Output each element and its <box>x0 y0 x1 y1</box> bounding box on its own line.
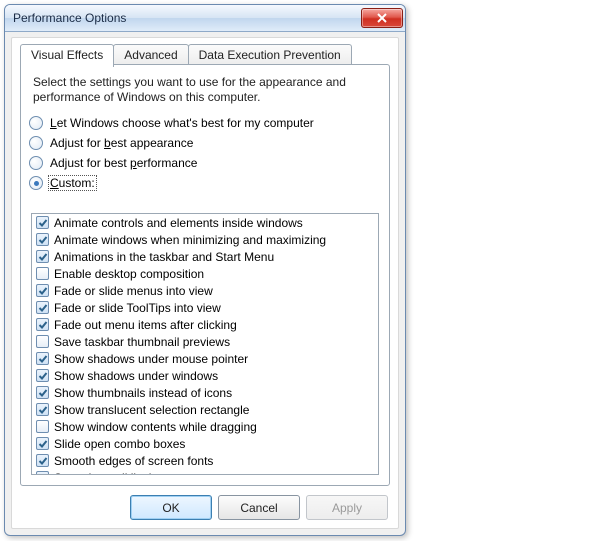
checklist-label: Animate controls and elements inside win… <box>54 216 303 230</box>
radio-option-1[interactable]: Adjust for best appearance <box>29 133 381 153</box>
checklist-item[interactable]: Show window contents while dragging <box>32 418 378 435</box>
radio-label: Let Windows choose what's best for my co… <box>49 116 315 130</box>
checkbox-icon <box>36 318 49 331</box>
ok-label: OK <box>162 501 179 515</box>
checklist-label: Show translucent selection rectangle <box>54 403 249 417</box>
checklist-item[interactable]: Animate windows when minimizing and maxi… <box>32 231 378 248</box>
checkbox-icon <box>36 352 49 365</box>
dialog-buttons: OK Cancel Apply <box>130 495 388 520</box>
titlebar: Performance Options <box>5 5 405 32</box>
checklist-label: Smooth-scroll list boxes <box>54 471 181 476</box>
tab-strip: Visual EffectsAdvancedData Execution Pre… <box>20 44 351 66</box>
radio-icon <box>29 136 43 150</box>
checkbox-icon <box>36 233 49 246</box>
checklist-item[interactable]: Smooth edges of screen fonts <box>32 452 378 469</box>
client-area: Visual EffectsAdvancedData Execution Pre… <box>11 37 399 529</box>
radio-icon <box>29 156 43 170</box>
checkbox-icon <box>36 216 49 229</box>
checkbox-icon <box>36 420 49 433</box>
checklist-label: Smooth edges of screen fonts <box>54 454 213 468</box>
tab-advanced[interactable]: Advanced <box>113 44 188 66</box>
checklist-label: Fade out menu items after clicking <box>54 318 237 332</box>
checkbox-icon <box>36 267 49 280</box>
checkbox-icon <box>36 437 49 450</box>
tab-panel-visual-effects: Select the settings you want to use for … <box>20 64 390 486</box>
checklist-label: Show window contents while dragging <box>54 420 257 434</box>
checklist-label: Show shadows under windows <box>54 369 218 383</box>
checklist-item[interactable]: Show translucent selection rectangle <box>32 401 378 418</box>
checkbox-icon <box>36 386 49 399</box>
checklist-item[interactable]: Show thumbnails instead of icons <box>32 384 378 401</box>
checklist-item[interactable]: Show shadows under windows <box>32 367 378 384</box>
checklist-label: Animate windows when minimizing and maxi… <box>54 233 326 247</box>
radio-group: Let Windows choose what's best for my co… <box>29 113 381 193</box>
radio-label: Custom: <box>49 176 96 190</box>
radio-option-3[interactable]: Custom: <box>29 173 381 193</box>
radio-icon <box>29 176 43 190</box>
checkbox-icon <box>36 301 49 314</box>
radio-icon <box>29 116 43 130</box>
checklist-label: Slide open combo boxes <box>54 437 185 451</box>
window-title: Performance Options <box>13 11 361 25</box>
checkbox-icon <box>36 250 49 263</box>
close-icon <box>377 13 387 23</box>
radio-option-0[interactable]: Let Windows choose what's best for my co… <box>29 113 381 133</box>
radio-label: Adjust for best performance <box>49 156 198 170</box>
checklist-item[interactable]: Fade or slide menus into view <box>32 282 378 299</box>
checklist-item[interactable]: Animate controls and elements inside win… <box>32 214 378 231</box>
performance-options-dialog: Performance Options Visual EffectsAdvanc… <box>4 4 406 536</box>
checklist-item[interactable]: Smooth-scroll list boxes <box>32 469 378 475</box>
tab-data-execution-prevention[interactable]: Data Execution Prevention <box>188 44 352 66</box>
cancel-button[interactable]: Cancel <box>218 495 300 520</box>
checklist-item[interactable]: Enable desktop composition <box>32 265 378 282</box>
close-button[interactable] <box>361 8 403 28</box>
radio-label: Adjust for best appearance <box>49 136 194 150</box>
checkbox-icon <box>36 454 49 467</box>
cancel-label: Cancel <box>240 501 277 515</box>
checklist-label: Enable desktop composition <box>54 267 204 281</box>
apply-button: Apply <box>306 495 388 520</box>
checklist-label: Show shadows under mouse pointer <box>54 352 248 366</box>
checklist-label: Fade or slide ToolTips into view <box>54 301 221 315</box>
tab-visual-effects[interactable]: Visual Effects <box>20 44 114 67</box>
checklist-item[interactable]: Save taskbar thumbnail previews <box>32 333 378 350</box>
description-text: Select the settings you want to use for … <box>33 75 377 105</box>
checkbox-icon <box>36 471 49 475</box>
checkbox-icon <box>36 335 49 348</box>
checklist-item[interactable]: Fade out menu items after clicking <box>32 316 378 333</box>
checkbox-icon <box>36 284 49 297</box>
apply-label: Apply <box>332 501 362 515</box>
effects-checklist[interactable]: Animate controls and elements inside win… <box>31 213 379 475</box>
checklist-label: Save taskbar thumbnail previews <box>54 335 230 349</box>
checklist-item[interactable]: Show shadows under mouse pointer <box>32 350 378 367</box>
checklist-item[interactable]: Slide open combo boxes <box>32 435 378 452</box>
checklist-label: Show thumbnails instead of icons <box>54 386 232 400</box>
ok-button[interactable]: OK <box>130 495 212 520</box>
checklist-item[interactable]: Fade or slide ToolTips into view <box>32 299 378 316</box>
checklist-item[interactable]: Animations in the taskbar and Start Menu <box>32 248 378 265</box>
checkbox-icon <box>36 369 49 382</box>
checkbox-icon <box>36 403 49 416</box>
checklist-label: Animations in the taskbar and Start Menu <box>54 250 274 264</box>
checklist-label: Fade or slide menus into view <box>54 284 213 298</box>
radio-option-2[interactable]: Adjust for best performance <box>29 153 381 173</box>
